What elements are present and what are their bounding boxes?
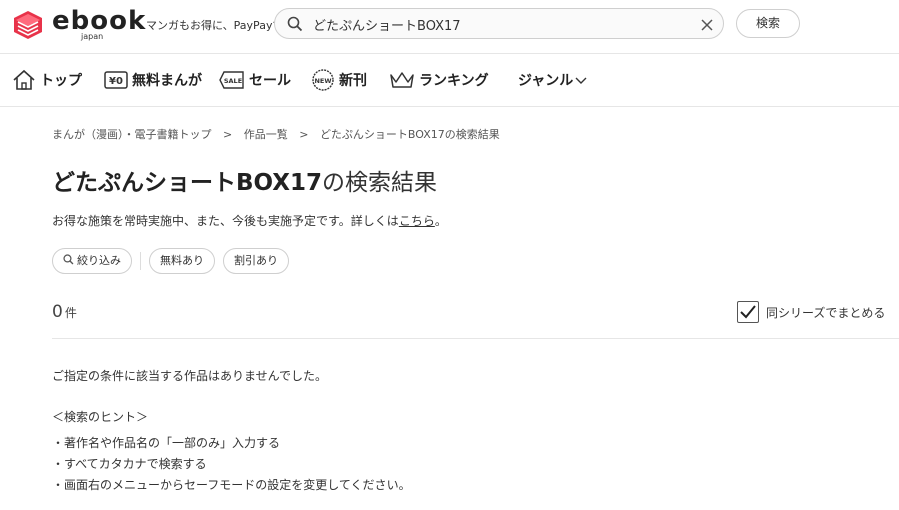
home-icon [12,69,36,91]
breadcrumb: まんが（漫画）・電子書籍トップ > 作品一覧 > どたぷんショートBOX17の検… [52,126,500,142]
nav-item-ranking[interactable]: ランキング [389,54,489,106]
ebook-logo-icon[interactable] [12,8,44,42]
filter-discount-button[interactable]: 割引あり [223,248,289,274]
nav-label: ジャンル [518,73,574,89]
promo-end: 。 [434,214,447,228]
filter-free-button[interactable]: 無料あり [149,248,215,274]
promo-text: お得な施策を常時実施中、また、今後も実施予定です。詳しくは [52,214,399,228]
nav-item-top[interactable]: トップ [12,54,82,106]
svg-text:SALE: SALE [224,77,242,85]
chevron-down-icon [575,75,587,85]
nav-label: 新刊 [339,73,367,89]
breadcrumb-link-list[interactable]: 作品一覧 [244,128,288,141]
breadcrumb-separator: > [299,128,309,141]
search-icon [63,254,74,265]
search-icon [287,16,303,32]
svg-text:¥0: ¥0 [109,76,123,87]
main-nav: トップ ¥0 無料まんが SALE セール NEW 新刊 ランキング ジャンル [0,54,899,107]
breadcrumb-current: どたぷんショートBOX17の検索結果 [319,128,500,141]
nav-label: ランキング [419,73,489,89]
nav-item-free-manga[interactable]: ¥0 無料まんが [104,54,202,106]
nav-item-genre[interactable]: ジャンル [518,54,587,106]
hint-title: ＜検索のヒント＞ [52,410,149,424]
hint-item: ・すべてカタカナで検索する [52,457,207,471]
svg-text:NEW: NEW [314,77,331,85]
breadcrumb-separator: > [223,128,233,141]
page-title-query: どたぷんショートBOX17 [52,170,323,196]
result-count: 0件 [52,302,77,322]
nav-item-sale[interactable]: SALE セール [219,54,291,106]
group-series-checkbox[interactable] [737,301,759,323]
crown-icon [389,70,415,90]
breadcrumb-link-home[interactable]: まんが（漫画）・電子書籍トップ [52,128,212,141]
divider [52,338,899,339]
promo-notice: お得な施策を常時実施中、また、今後も実施予定です。詳しくはこちら。 [52,212,447,229]
checkmark-icon [740,305,756,319]
nav-label: トップ [40,73,82,89]
page-title: どたぷんショートBOX17の検索結果 [52,163,437,197]
result-count-number: 0 [52,302,63,322]
tagline: マンガもお得に、PayPayで [146,19,284,32]
filter-narrow-button[interactable]: 絞り込み [52,248,132,274]
clear-icon[interactable] [700,17,714,31]
nav-item-new[interactable]: NEW 新刊 [311,54,367,106]
filter-narrow-label: 絞り込み [77,254,121,267]
sale-tag-icon: SALE [219,70,245,90]
page-title-suffix: の検索結果 [322,170,438,196]
group-series-label[interactable]: 同シリーズでまとめる [766,304,885,321]
promo-link[interactable]: こちら [399,214,435,228]
header: ebook japan マンガもお得に、PayPayで どたぷんショートBOX1… [0,0,899,54]
logo-subtext: japan [81,32,104,41]
free-yen-icon: ¥0 [104,70,128,90]
hint-item: ・画面右のメニューからセーフモードの設定を変更してください。 [52,478,411,492]
search-button[interactable]: 検索 [736,9,800,38]
chip-divider [140,252,141,270]
new-badge-icon: NEW [311,68,335,92]
nav-label: 無料まんが [132,73,202,89]
search-query-text[interactable]: どたぷんショートBOX17 [313,15,461,34]
search-input[interactable]: どたぷんショートBOX17 [274,8,724,39]
result-count-unit: 件 [64,306,77,320]
hint-item: ・著作名や作品名の「一部のみ」入力する [52,436,281,450]
nav-label: セール [249,73,291,89]
no-results-message: ご指定の条件に該当する作品はありませんでした。 [52,369,328,383]
